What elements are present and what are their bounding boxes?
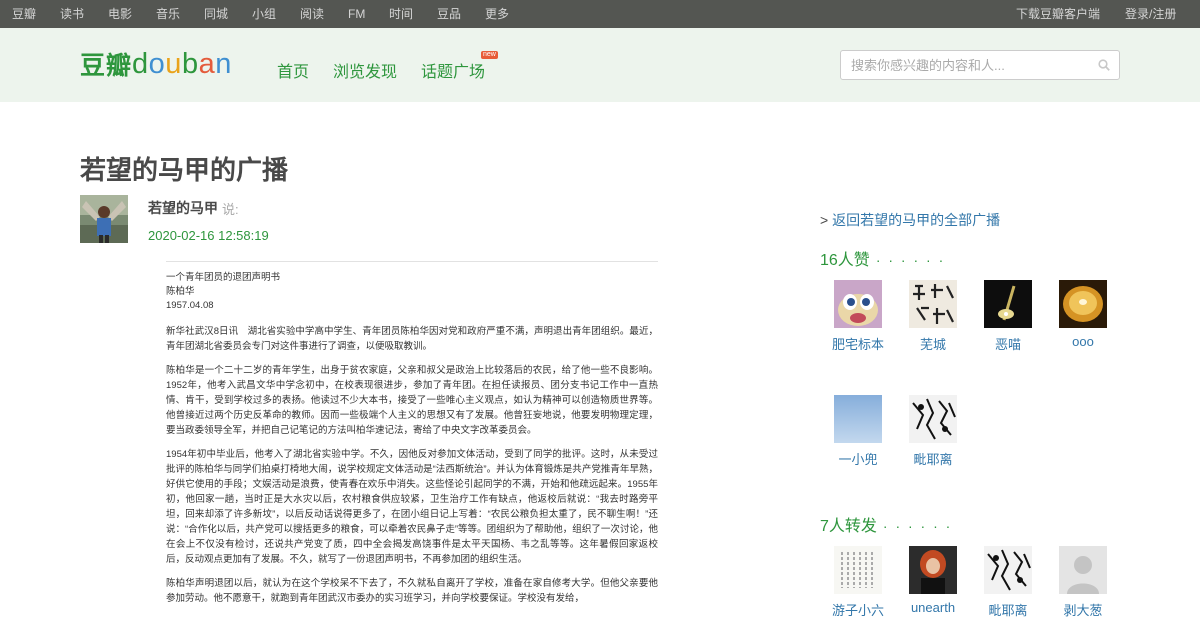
global-nav-read[interactable]: 阅读 — [300, 0, 324, 28]
user-name: 一小兜 — [838, 452, 878, 467]
reshare-user[interactable]: 游子小六 — [828, 546, 888, 619]
document-paragraph: 陈柏华声明退团以后，就认为在这个学校呆不下去了，不久就私自离开了学校，准备在家自… — [166, 578, 658, 604]
global-nav-time[interactable]: 时间 — [389, 0, 413, 28]
user-avatar — [984, 546, 1032, 594]
search-icon[interactable] — [1098, 59, 1110, 71]
search-box — [840, 50, 1120, 80]
user-name: 剥大葱 — [1063, 603, 1103, 618]
logo-text-en: douban — [132, 48, 232, 80]
likes-section-title: 16人赞 · · · · · · — [820, 246, 945, 270]
likes-more-link[interactable]: · · · · · · — [876, 252, 945, 268]
global-nav-movie[interactable]: 电影 — [108, 0, 132, 28]
author-avatar-image — [80, 195, 128, 243]
reshares-count-label: 7人转发 — [820, 518, 877, 535]
document-text: 一个青年团员的退团声明书 陈柏华 1957.04.08 新华社武汉8日讯 湖北省… — [166, 271, 658, 615]
logo-letter: b — [181, 48, 199, 80]
global-nav-more[interactable]: 更多 — [485, 0, 509, 28]
logo-letter: o — [148, 48, 166, 80]
like-user[interactable]: 恶喵 — [978, 280, 1038, 353]
document-paragraph: 1954年初中毕业后，他考入了湖北省实验中学。不久，因他反对参加文体活动，受到了… — [166, 449, 658, 565]
global-nav-location[interactable]: 同城 — [204, 0, 228, 28]
said-label: 说: — [222, 202, 239, 217]
douban-logo[interactable]: 豆瓣douban — [80, 46, 232, 86]
document-top-rule — [166, 261, 658, 262]
user-avatar — [909, 280, 957, 328]
document-heading: 一个青年团员的退团声明书 — [166, 272, 281, 283]
user-name: 芜城 — [919, 337, 946, 352]
logo-letter: a — [198, 48, 216, 80]
like-user[interactable]: ooo — [1053, 280, 1113, 349]
reshares-more-link[interactable]: · · · · · · — [883, 518, 952, 534]
user-name: 毗耶离 — [988, 603, 1028, 618]
nav-home[interactable]: 首页 — [277, 58, 309, 82]
user-name: unearth — [910, 600, 956, 615]
author-name[interactable]: 若望的马甲 — [148, 198, 218, 218]
document-paragraph: 陈柏华是一个二十二岁的青年学生，出身于贫农家庭，父亲和叔父是政治上比较落后的农民… — [166, 365, 658, 436]
document-paragraph: 新华社武汉8日讯 湖北省实验中学高中学生、青年团员陈柏华因对党和政府严重不满，声… — [166, 326, 658, 352]
global-nav-group[interactable]: 小组 — [252, 0, 276, 28]
document-author: 陈柏华 — [166, 286, 195, 297]
back-link-label: 返回若望的马甲的全部广播 — [832, 212, 1001, 228]
global-nav-bar: 豆瓣 读书 电影 音乐 同城 小组 阅读 FM 时间 豆品 更多 下载豆瓣客户端… — [0, 0, 1200, 28]
user-name: 肥宅标本 — [831, 337, 884, 352]
global-nav-book[interactable]: 读书 — [60, 0, 84, 28]
page-title: 若望的马甲的广播 — [80, 155, 289, 185]
post-image[interactable]: 一个青年团员的退团声明书 陈柏华 1957.04.08 新华社武汉8日讯 湖北省… — [152, 249, 672, 630]
likes-count-label: 16人赞 — [820, 252, 870, 269]
login-register-link[interactable]: 登录/注册 — [1125, 0, 1176, 28]
logo-letter: n — [215, 48, 232, 80]
global-nav-market[interactable]: 豆品 — [437, 0, 461, 28]
author-avatar[interactable] — [80, 195, 128, 243]
reshare-user[interactable]: unearth — [903, 546, 963, 615]
user-name: 恶喵 — [994, 337, 1021, 352]
global-nav-douban[interactable]: 豆瓣 — [12, 0, 36, 28]
like-user[interactable]: 芜城 — [903, 280, 963, 353]
user-avatar — [834, 546, 882, 594]
user-avatar — [834, 280, 882, 328]
new-badge: new — [481, 51, 498, 59]
like-user[interactable]: 肥宅标本 — [828, 280, 888, 353]
logo-text-cn: 豆瓣 — [80, 52, 133, 80]
nav-explore[interactable]: 浏览发现 — [333, 58, 397, 82]
global-nav-fm[interactable]: FM — [348, 0, 365, 28]
download-app-link[interactable]: 下载豆瓣客户端 — [1016, 0, 1100, 28]
user-avatar — [909, 546, 957, 594]
user-avatar — [834, 395, 882, 443]
global-nav-music[interactable]: 音乐 — [156, 0, 180, 28]
user-name: ooo — [1072, 334, 1094, 349]
user-avatar — [909, 395, 957, 443]
logo-letter: d — [132, 48, 149, 80]
like-user[interactable]: 一小兜 — [828, 395, 888, 468]
like-user[interactable]: 毗耶离 — [903, 395, 963, 468]
post-timestamp[interactable]: 2020-02-16 12:58:19 — [148, 228, 269, 243]
search-input[interactable] — [841, 51, 1091, 79]
user-avatar — [1059, 546, 1107, 594]
chevron-right-icon: > — [820, 212, 829, 228]
user-avatar — [984, 280, 1032, 328]
reshare-user[interactable]: 剥大葱 — [1053, 546, 1113, 619]
site-header: 豆瓣douban 首页 浏览发现 话题广场 new — [0, 28, 1200, 102]
user-avatar — [1059, 280, 1107, 328]
document-header: 一个青年团员的退团声明书 陈柏华 1957.04.08 — [166, 271, 658, 313]
user-name: 毗耶离 — [913, 452, 953, 467]
reshares-section-title: 7人转发 · · · · · · — [820, 512, 952, 536]
back-to-all-posts-link[interactable]: > 返回若望的马甲的全部广播 — [820, 210, 1000, 230]
user-name: 游子小六 — [831, 603, 884, 618]
logo-letter: u — [165, 48, 182, 80]
reshare-user[interactable]: 毗耶离 — [978, 546, 1038, 619]
document-date: 1957.04.08 — [166, 300, 214, 311]
nav-topics[interactable]: 话题广场 — [421, 58, 485, 82]
